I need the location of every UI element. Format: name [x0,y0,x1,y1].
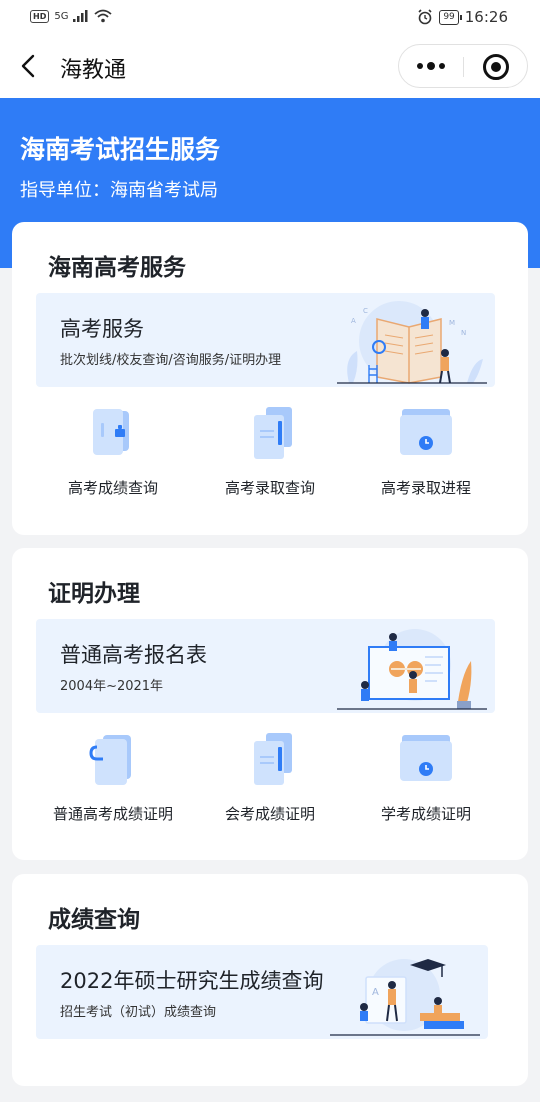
graduation-study-illustration: A [330,959,480,1036]
svg-text:M: M [449,319,455,327]
banner-title: 2022年硕士研究生成绩查询 [60,969,324,993]
hero-title: 海南考试招生服务 [20,135,221,164]
banner-gaokao-service[interactable]: 高考服务 批次划线/校友查询/咨询服务/证明办理 AC MN [36,293,495,387]
more-dot-icon [417,63,423,69]
grid-item-label: 会考成绩证明 [224,805,315,823]
hd-badge: HD [30,9,50,23]
banner-title: 高考服务 [60,317,144,341]
section-title: 成绩查询 [48,907,140,933]
clock: 16:26 [464,8,508,26]
book-study-illustration: AC MN [337,301,487,384]
wifi-icon [94,9,113,23]
presentation-illustration [337,629,487,710]
grid-item-label: 高考成绩查询 [67,479,158,497]
section-title: 证明办理 [48,581,140,607]
grid-item-score-query[interactable]: 高考成绩查询 [33,405,193,505]
service-grid: 高考成绩查询 高考录取查询 高考录取进程 [12,405,528,505]
folder-clock-icon [400,409,452,455]
grid-item-gaokao-score-certificate[interactable]: 普通高考成绩证明 [33,731,193,831]
more-dot-icon [427,62,435,70]
hero-subtitle: 指导单位：海南省考试局 [20,180,218,201]
grid-item-admission-query[interactable]: 高考录取查询 [190,405,350,505]
section-card-score-query: 成绩查询 2022年硕士研究生成绩查询 招生考试（初试）成绩查询 A [12,874,528,1086]
grid-item-label: 高考录取进程 [380,479,471,497]
grid-item-xuekao-score-certificate[interactable]: 学考成绩证明 [346,731,506,831]
banner-registration-form[interactable]: 普通高考报名表 2004年~2021年 [36,619,495,713]
battery-indicator: 99 [439,9,463,25]
nav-title: 海教通 [60,58,127,83]
svg-text:C: C [363,307,368,315]
banner-title: 普通高考报名表 [60,643,207,667]
grid-item-huikao-score-certificate[interactable]: 会考成绩证明 [190,731,350,831]
signal-label: 5G [54,10,69,22]
svg-text:A: A [351,317,356,325]
banner-subtitle: 批次划线/校友查询/咨询服务/证明办理 [60,353,282,368]
banner-subtitle: 2004年~2021年 [60,679,164,694]
signal-icon [73,10,88,22]
certificate-doc-icon [254,733,292,785]
banner-postgraduate-score[interactable]: 2022年硕士研究生成绩查询 招生考试（初试）成绩查询 A [36,945,488,1039]
more-dot-icon [439,63,445,69]
certificate-grid: 普通高考成绩证明 会考成绩证明 学考成绩证明 [12,731,528,831]
grid-item-admission-progress[interactable]: 高考录取进程 [346,405,506,505]
svg-text:N: N [461,329,466,337]
close-target-icon[interactable] [483,54,509,80]
grid-item-label: 学考成绩证明 [380,805,471,823]
back-arrow-icon[interactable] [18,54,40,78]
section-card-certificate: 证明办理 普通高考报名表 2004年~2021年 普通高考成绩证明 会考成绩证明… [12,548,528,860]
nav-bar: 海教通 [0,34,540,98]
miniprogram-capsule [398,44,528,88]
grid-item-label: 普通高考成绩证明 [52,805,173,823]
section-title: 海南高考服务 [48,255,186,281]
grid-item-label: 高考录取查询 [224,479,315,497]
more-button[interactable] [399,45,463,87]
capsule-divider [463,57,464,77]
score-doc-icon [93,409,129,455]
alarm-icon [418,9,432,25]
admission-doc-icon [254,407,292,459]
section-card-gaokao-service: 海南高考服务 高考服务 批次划线/校友查询/咨询服务/证明办理 AC MN 高考… [12,222,528,535]
status-bar: HD 5G 99 16:26 [0,0,540,34]
banner-subtitle: 招生考试（初试）成绩查询 [60,1005,217,1020]
folder-clock-icon [400,735,452,781]
svg-text:A: A [372,987,379,998]
clip-doc-icon [89,735,131,785]
